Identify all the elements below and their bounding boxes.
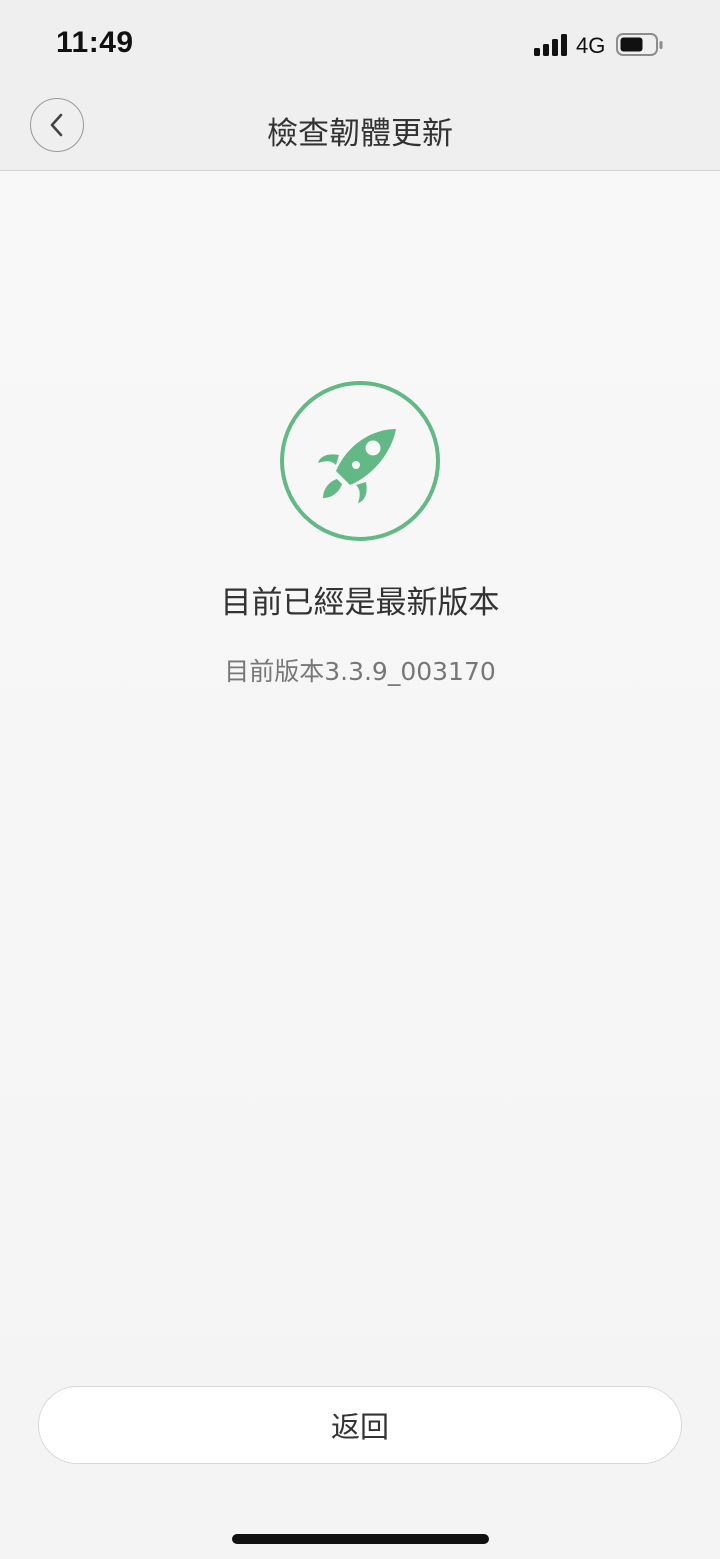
return-button[interactable]: 返回 — [38, 1386, 682, 1464]
signal-icon — [534, 34, 567, 56]
version-text: 目前版本3.3.9_003170 — [224, 657, 496, 686]
rocket-icon — [318, 429, 396, 503]
page-title: 檢查韌體更新 — [267, 116, 453, 152]
status-title: 目前已經是最新版本 — [220, 585, 500, 621]
main-content: 目前已經是最新版本 目前版本3.3.9_003170 返回 — [0, 171, 720, 1559]
network-label: 4G — [576, 33, 606, 58]
rocket-badge — [280, 381, 440, 541]
home-indicator — [232, 1534, 489, 1544]
status-bar: 11:49 4G — [0, 0, 720, 88]
battery-icon — [616, 33, 663, 56]
status-time: 11:49 — [56, 26, 134, 59]
navigation-bar: 檢查韌體更新 — [0, 88, 720, 171]
